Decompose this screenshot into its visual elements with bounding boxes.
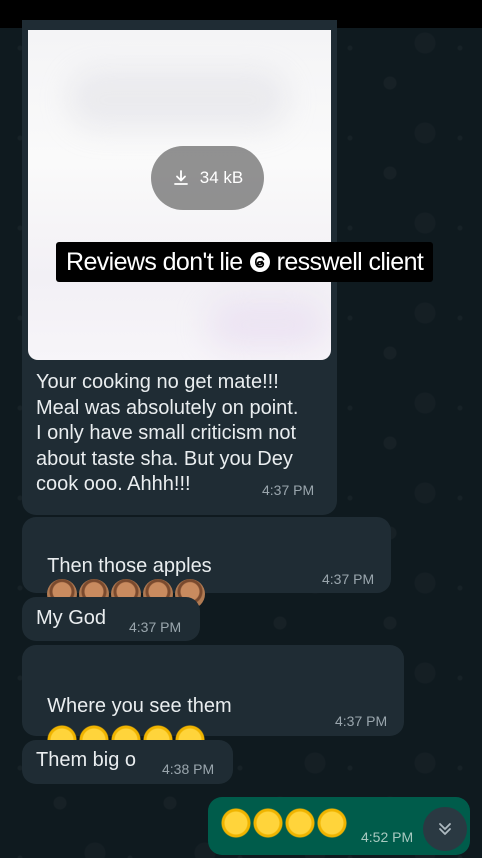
message-text: Them big o <box>36 749 137 771</box>
message-text: Your cooking no get mate!!! Meal was abs… <box>36 371 299 495</box>
emoji-group <box>221 808 347 838</box>
message-time: 4:37 PM <box>335 713 388 729</box>
image-blur <box>208 300 328 350</box>
message-time: 4:38 PM <box>162 761 215 777</box>
scroll-to-bottom-button[interactable] <box>423 807 467 851</box>
download-icon <box>173 170 188 185</box>
face-with-tears-of-joy-emoji <box>221 808 251 838</box>
face-with-tears-of-joy-emoji <box>285 808 315 838</box>
caption-handle: resswell client <box>276 248 424 276</box>
message-time: 4:37 PM <box>262 482 315 498</box>
message-time: 4:52 PM <box>361 829 414 845</box>
image-blur <box>68 70 288 130</box>
message-text: My God <box>36 607 107 629</box>
image-attachment[interactable]: 34 kB <box>28 30 331 360</box>
threads-icon <box>249 252 270 272</box>
download-size: 34 kB <box>199 168 244 187</box>
double-chevron-down-icon <box>439 823 451 835</box>
message-time: 4:37 PM <box>322 571 375 587</box>
download-button[interactable]: 34 kB <box>151 146 264 210</box>
message-text-content: Where you see them <box>47 695 232 717</box>
caption-text: Reviews don't lie <box>66 248 243 276</box>
image-caption: Reviews don't lie resswell client <box>56 242 434 282</box>
message-time: 4:37 PM <box>129 619 182 635</box>
face-with-tears-of-joy-emoji <box>317 808 347 838</box>
face-with-tears-of-joy-emoji <box>253 808 283 838</box>
message-text-content: Then those apples <box>47 554 212 577</box>
